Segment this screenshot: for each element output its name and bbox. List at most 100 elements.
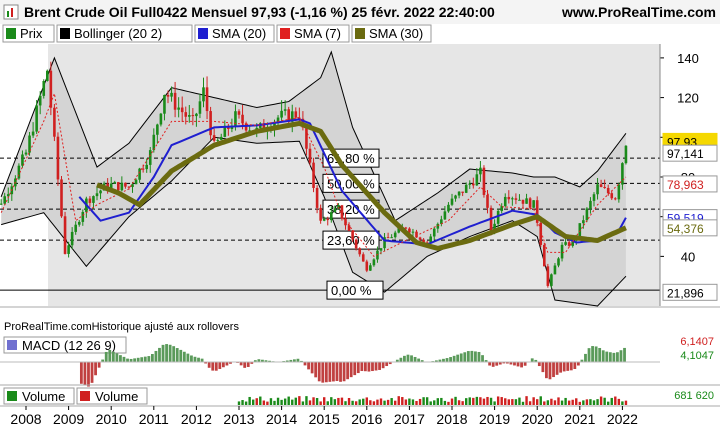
volume-bar [500,397,503,405]
macd-bar [225,362,229,366]
candle-body [173,92,177,110]
volume-bar [560,400,564,405]
volume-bar [344,401,347,405]
macd-bar [321,362,325,383]
volume-label: Volume [22,389,65,404]
volume-bar [326,401,329,405]
macd-bar [623,347,626,363]
candle-body [195,113,198,117]
volume-bar [525,396,528,405]
candle-body [347,225,351,231]
candle-body [582,220,585,224]
macd-bar [335,362,339,382]
candle-body [191,115,195,117]
volume-bar [624,400,628,405]
volume-bar [301,401,305,405]
macd-bar [186,353,190,363]
volume-bar [333,399,337,405]
macd-bar [90,362,94,383]
macd-bar [243,362,247,368]
volume-bar [507,399,510,405]
volume-bar [365,397,368,405]
candle-body [464,184,468,193]
candle-body [340,205,344,219]
candle-body [0,203,3,205]
candle-body [53,107,56,137]
macd-bar [608,352,612,363]
macd-label: MACD (12 26 9) [22,338,116,353]
volume-bar [617,398,621,405]
candle-body [315,187,319,208]
volume-bar [454,396,457,405]
volume-bar [621,401,624,405]
volume-bar [514,399,518,405]
volume-bar [543,401,546,405]
candle-body [514,198,518,200]
macd-bar [612,352,616,363]
candle-body [432,228,436,237]
candle-body [393,232,397,238]
volume-bar [607,401,610,405]
candle-body [46,70,49,82]
macd-bar [470,350,474,363]
chart-type-icon-bar [11,8,13,17]
candle-body [198,101,202,114]
time-axis[interactable]: 2008 2009 2010 2011 2012 2013 2014 2015 2016 2017… [10,406,638,427]
volume-bar [557,397,560,405]
macd-bar [598,347,602,363]
macd-bar [513,362,516,366]
macd-bar [207,362,211,368]
volume-icon [80,391,90,401]
volume-bar [347,397,351,405]
candle-body [610,193,614,199]
macd-bar [119,355,122,363]
candle-body [77,221,81,225]
candle-body [188,115,191,117]
macd-bar [221,362,225,368]
macd-bar [97,362,101,368]
volume-bar [553,400,557,405]
candle-body [532,200,535,208]
candle-body [415,231,418,238]
volume-bar [298,396,301,405]
macd-bar [474,351,477,363]
candle-body [525,198,528,204]
candle-body [472,183,475,186]
volume-bar [578,401,581,405]
macd-bar [332,362,335,382]
macd-bar [165,344,168,363]
volume-bar [575,398,578,405]
site-url[interactable]: www.ProRealTime.com [561,4,716,20]
candle-body [70,231,74,246]
volume-bar [447,401,450,405]
volume-bar [496,396,500,405]
candle-body [237,111,241,115]
volume-bar [493,401,496,405]
macd-bar [179,349,183,363]
candle-body [528,198,532,208]
macd-bar [108,349,112,363]
candle-body [624,145,628,164]
candle-body [152,134,156,151]
macd-bar [150,354,154,363]
candle-body [379,248,383,251]
macd-bar [214,362,218,371]
volume-bar [479,397,482,405]
volume-bar [319,401,322,405]
volume-bar [337,397,340,405]
volume-bar [408,398,411,405]
volume-bar [404,399,408,405]
volume-bar [550,398,553,405]
macd-bar [491,362,495,367]
candle-body [475,174,479,186]
macd-bar [587,348,591,363]
volume-bar [280,399,283,405]
macd-bar [342,362,346,382]
candle-body [621,163,624,185]
legend-label: SMA (7) [294,26,341,41]
candle-body [606,187,610,194]
candle-body [117,182,120,191]
macd-bar [378,362,381,370]
macd-bar [367,362,371,372]
candle-body [447,204,450,212]
